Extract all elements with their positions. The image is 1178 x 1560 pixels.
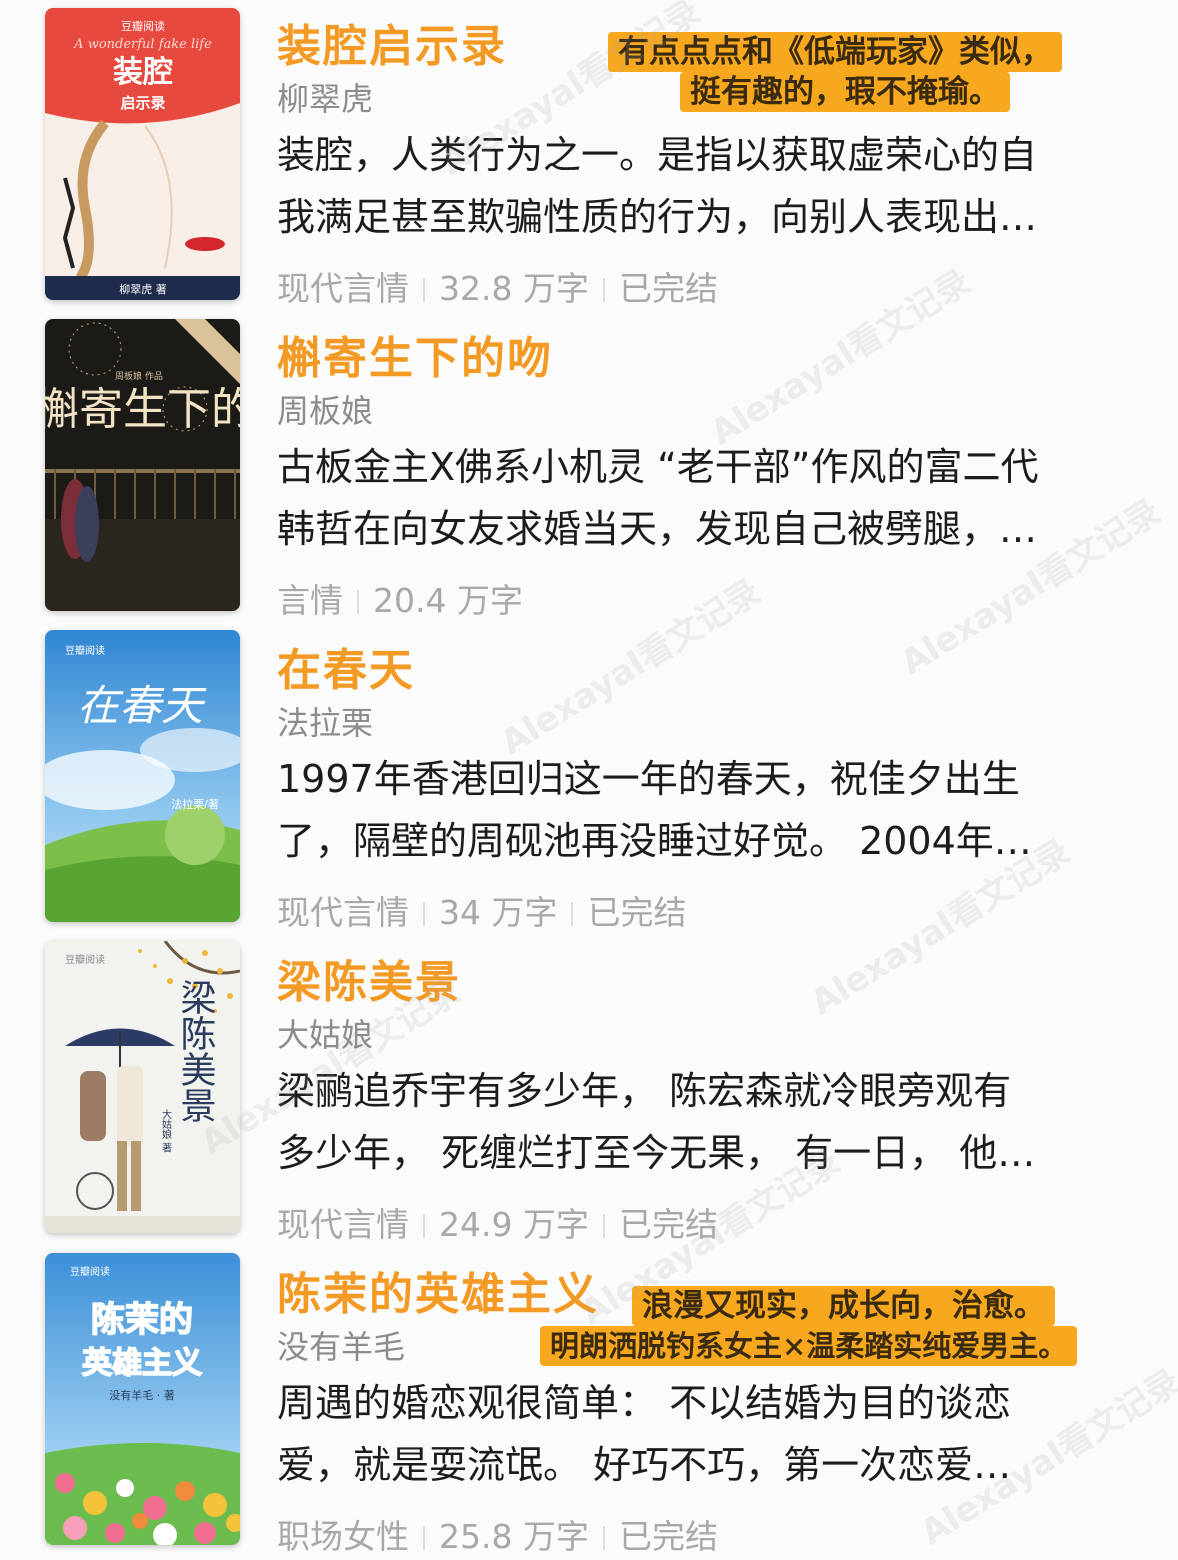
- book-status: 已完结: [618, 1517, 718, 1556]
- review-note-1: 有点点点和《低端玩家》类似， 挺有趣的，瑕不掩瑜。: [608, 32, 1062, 112]
- meta-divider: [423, 1526, 425, 1550]
- meta-divider: [602, 278, 605, 302]
- book-title[interactable]: 装腔启示录: [277, 10, 507, 74]
- book-description: 古板金主X佛系小机灵 “老干部”作风的富二代 韩哲在向女友求婚当天，发现自己被劈…: [277, 445, 1039, 551]
- svg-text:装腔: 装腔: [113, 55, 173, 90]
- meta-divider: [423, 1214, 425, 1238]
- svg-text:启示录: 启示录: [120, 94, 165, 112]
- book-status: 已完结: [618, 269, 718, 308]
- meta-divider: [602, 1526, 605, 1550]
- book-status: 已完结: [618, 1205, 718, 1244]
- book-meta: 现代言情 32.8 万字 已完结: [277, 262, 718, 310]
- svg-text:大姑娘 著: 大姑娘 著: [160, 1108, 172, 1152]
- cover-art-3: 豆瓣阅读 在春天 法拉栗/著: [45, 630, 240, 922]
- svg-text:豆瓣阅读: 豆瓣阅读: [70, 1265, 110, 1278]
- book-cover-1[interactable]: 豆瓣阅读 A wonderful fake life 装腔 启示录 柳翠虎 著: [45, 8, 240, 300]
- book-genre: 职场女性: [277, 1517, 409, 1556]
- book-description: 装腔，人类行为之一。是指以获取虚荣心的自 我满足甚至欺骗性质的行为，向别人表现出…: [277, 133, 1038, 239]
- book-description: 梁鹂追乔宇有多少年， 陈宏森就冷眼旁观有 多少年， 死缠烂打至今无果， 有一日，…: [277, 1069, 1036, 1175]
- book-cover-3[interactable]: 豆瓣阅读 在春天 法拉栗/著: [45, 630, 240, 922]
- book-cover-5[interactable]: 豆瓣阅读 陈茉的 英雄主义 没有羊毛 · 著: [45, 1253, 240, 1545]
- book-genre: 言情: [277, 581, 343, 620]
- book-status: 已完结: [587, 893, 687, 932]
- meta-divider: [423, 278, 425, 302]
- svg-text:槲寄生下的吻: 槲寄生下的吻: [45, 384, 240, 435]
- svg-text:豆瓣阅读: 豆瓣阅读: [65, 644, 105, 657]
- svg-text:周板娘 作品: 周板娘 作品: [115, 370, 163, 382]
- book-meta: 现代言情 24.9 万字 已完结: [277, 1198, 718, 1246]
- book-title[interactable]: 槲寄生下的吻: [277, 322, 553, 386]
- svg-text:陈茉的: 陈茉的: [91, 1300, 193, 1340]
- book-cover-2[interactable]: 槲寄生下的吻 周板娘 作品: [45, 319, 240, 611]
- book-item-2[interactable]: 槲寄生下的吻 周板娘 作品 槲寄生下的吻 周板娘 古板金主X佛系小机灵 “老干部…: [0, 312, 1178, 624]
- svg-text:没有羊毛 · 著: 没有羊毛 · 著: [109, 1388, 175, 1402]
- book-item-4[interactable]: 豆瓣阅读 梁陈美景 大姑娘 著 梁陈美景 大姑娘 梁鹂追乔宇有多少年， 陈宏森就…: [0, 936, 1178, 1248]
- book-word-count: 34 万字: [439, 893, 558, 932]
- book-description: 周遇的婚恋观很简单： 不以结婚为目的谈恋 爱，就是耍流氓。 好巧不巧，第一次恋爱…: [277, 1381, 1012, 1487]
- svg-text:英雄主义: 英雄主义: [82, 1346, 202, 1381]
- review-note-2: 浪漫又现实，成长向，治愈。 明朗洒脱钓系女主×温柔踏实纯爱男主。: [540, 1286, 1078, 1366]
- book-author: 柳翠虎: [277, 80, 374, 118]
- book-list: 豆瓣阅读 A wonderful fake life 装腔 启示录 柳翠虎 著 …: [0, 0, 1178, 1560]
- cover-art-2: 槲寄生下的吻 周板娘 作品: [45, 319, 240, 611]
- book-word-count: 25.8 万字: [439, 1517, 589, 1556]
- meta-divider: [571, 902, 574, 926]
- book-word-count: 32.8 万字: [439, 269, 589, 308]
- book-author: 没有羊毛: [277, 1328, 406, 1366]
- book-genre: 现代言情: [277, 893, 409, 932]
- svg-text:梁陈美景: 梁陈美景: [175, 979, 216, 1123]
- book-word-count: 24.9 万字: [439, 1205, 589, 1244]
- svg-text:在春天: 在春天: [77, 681, 207, 730]
- book-title[interactable]: 梁陈美景: [277, 946, 461, 1010]
- book-meta: 现代言情 34 万字 已完结: [277, 886, 686, 934]
- book-word-count: 20.4 万字: [373, 581, 523, 620]
- book-item-3[interactable]: 豆瓣阅读 在春天 法拉栗/著 在春天 法拉栗 1997年香港回归这一年的春天，祝…: [0, 624, 1178, 936]
- book-title[interactable]: 在春天: [277, 634, 415, 698]
- book-author: 法拉栗: [277, 704, 374, 742]
- svg-text:柳翠虎 著: 柳翠虎 著: [119, 282, 167, 296]
- meta-divider: [602, 1214, 605, 1238]
- book-meta: 言情 20.4 万字: [277, 574, 523, 622]
- meta-divider: [423, 902, 425, 926]
- cover-art-5: 豆瓣阅读 陈茉的 英雄主义 没有羊毛 · 著: [45, 1253, 240, 1545]
- book-meta: 职场女性 25.8 万字 已完结: [277, 1510, 718, 1558]
- book-description: 1997年香港回归这一年的春天，祝佳夕出生 了，隔壁的周砚池再没睡过好觉。 20…: [277, 757, 1032, 863]
- svg-text:豆瓣阅读: 豆瓣阅读: [121, 19, 165, 33]
- svg-text:法拉栗/著: 法拉栗/著: [171, 797, 219, 811]
- book-genre: 现代言情: [277, 269, 409, 308]
- svg-text:A wonderful fake life: A wonderful fake life: [73, 37, 212, 52]
- svg-text:豆瓣阅读: 豆瓣阅读: [65, 953, 105, 966]
- cover-art-4: 豆瓣阅读 梁陈美景 大姑娘 著: [45, 941, 240, 1233]
- cover-art-1: 豆瓣阅读 A wonderful fake life 装腔 启示录 柳翠虎 著: [45, 8, 240, 300]
- book-author: 周板娘: [277, 392, 374, 430]
- book-author: 大姑娘: [277, 1016, 374, 1054]
- book-cover-4[interactable]: 豆瓣阅读 梁陈美景 大姑娘 著: [45, 941, 240, 1233]
- meta-divider: [357, 590, 359, 614]
- book-genre: 现代言情: [277, 1205, 409, 1244]
